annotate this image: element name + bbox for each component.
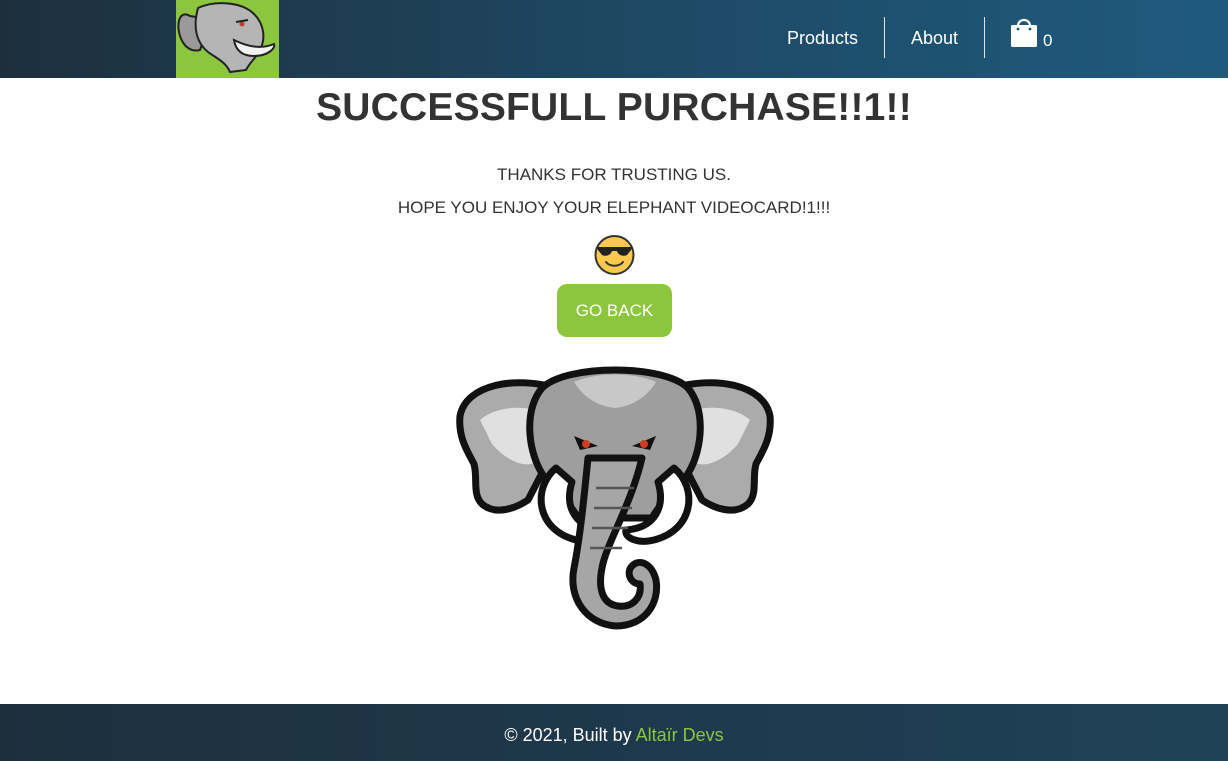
nav-divider — [984, 17, 985, 58]
elephant-logo-icon[interactable] — [176, 0, 279, 78]
page-title: SUCCESSFULL PURCHASE!!1!! — [316, 86, 912, 129]
shopping-bag-icon — [1011, 18, 1037, 47]
nav-about-link[interactable]: About — [911, 0, 958, 78]
cart-button[interactable]: 0 — [1010, 16, 1070, 56]
thanks-message: THANKS FOR TRUSTING US. — [497, 165, 731, 184]
nav-products-link[interactable]: Products — [787, 0, 858, 78]
footer: © 2021, Built by Altaïr Devs — [0, 704, 1228, 761]
footer-copyright: © 2021, Built by — [504, 725, 636, 745]
cart-count: 0 — [1043, 31, 1053, 50]
go-back-button[interactable]: GO BACK — [557, 284, 672, 337]
nav-divider — [884, 17, 885, 58]
elephant-mascot-icon — [456, 358, 774, 631]
footer-author-link[interactable]: Altaïr Devs — [636, 725, 724, 745]
navbar: Products About 0 — [0, 0, 1228, 78]
sunglasses-smiley-icon — [593, 234, 636, 276]
enjoy-message: HOPE YOU ENJOY YOUR ELEPHANT VIDEOCARD!1… — [397, 198, 831, 217]
